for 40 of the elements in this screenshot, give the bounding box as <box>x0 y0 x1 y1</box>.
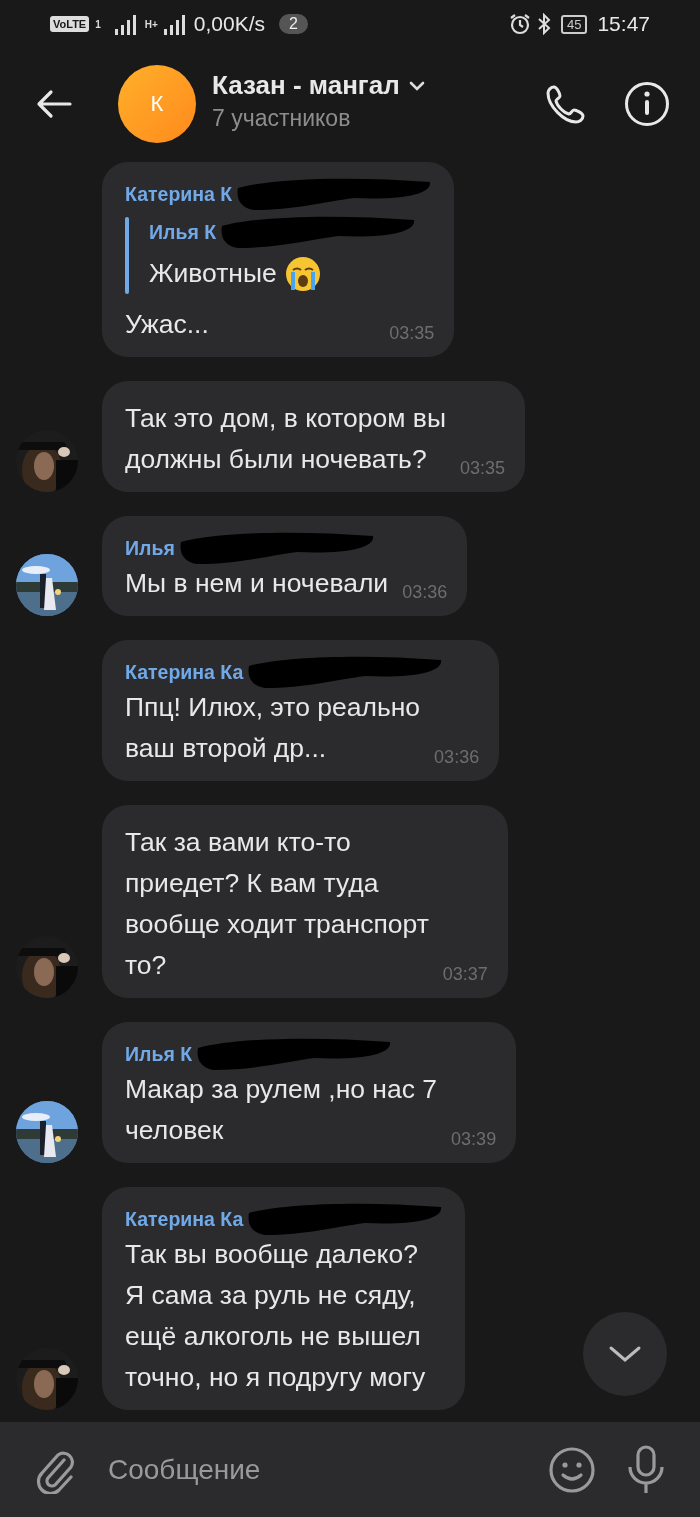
alarm-icon <box>508 13 531 35</box>
chat-title[interactable]: Казан - мангал <box>212 70 400 101</box>
volte-badge: VoLTE <box>50 16 90 32</box>
crying-face-icon <box>284 255 321 292</box>
sender-name: Катерина К <box>125 182 233 206</box>
message-text: Так это дом, в котором вы должны были ночевать? <box>125 402 446 476</box>
notification-count: 2 <box>279 14 308 34</box>
sender-name: Илья К <box>125 1042 193 1066</box>
network-type: H+ <box>144 18 158 30</box>
signal-icon <box>163 13 188 35</box>
reply-sender-name: Илья К <box>149 220 217 244</box>
sender-name: Катерина Ка <box>125 660 244 684</box>
info-icon[interactable] <box>624 81 670 127</box>
member-count: 7 участников <box>212 105 352 132</box>
clock: 15:47 <box>597 12 650 36</box>
network-speed: 0,00K/s <box>193 12 266 36</box>
message-time: 03:36 <box>402 581 448 604</box>
bluetooth-icon <box>536 13 551 35</box>
sim-number: 1 <box>95 18 101 30</box>
message-time: 03:37 <box>442 963 488 986</box>
chevron-down-icon[interactable] <box>407 79 426 92</box>
microphone-icon[interactable] <box>626 1444 666 1495</box>
reply-text: Животные <box>149 257 277 290</box>
message-text: Ппц! Илюх, это реально ваш второй др... <box>125 691 421 765</box>
message-time: 03:39 <box>451 1128 497 1151</box>
message-time: 03:35 <box>459 457 505 480</box>
message-text: Так вы вообще далеко? Я сама за руль не сяду, ещё алкоголь не вышел точно, но я подругу могу <box>125 1238 426 1394</box>
battery-level: 45 <box>560 14 588 34</box>
smiley-icon[interactable] <box>548 1445 596 1494</box>
message-time: 03:36 <box>434 746 480 769</box>
message-text: Макар за рулем ,но нас 7 человек <box>125 1073 438 1147</box>
back-arrow-icon[interactable] <box>36 89 72 119</box>
message-time: 03:35 <box>389 322 435 345</box>
sender-name: Катерина Ка <box>125 1207 244 1231</box>
sender-name: Илья <box>125 536 175 560</box>
signal-icon <box>114 13 139 35</box>
message-text: Так за вами кто-то приедет? К вам туда вообще ходит транспорт то? <box>125 826 429 982</box>
chevron-down-icon <box>608 1344 642 1364</box>
message-text: Ужас... <box>125 308 209 341</box>
message-text: Мы в нем и ночевали <box>125 567 389 600</box>
